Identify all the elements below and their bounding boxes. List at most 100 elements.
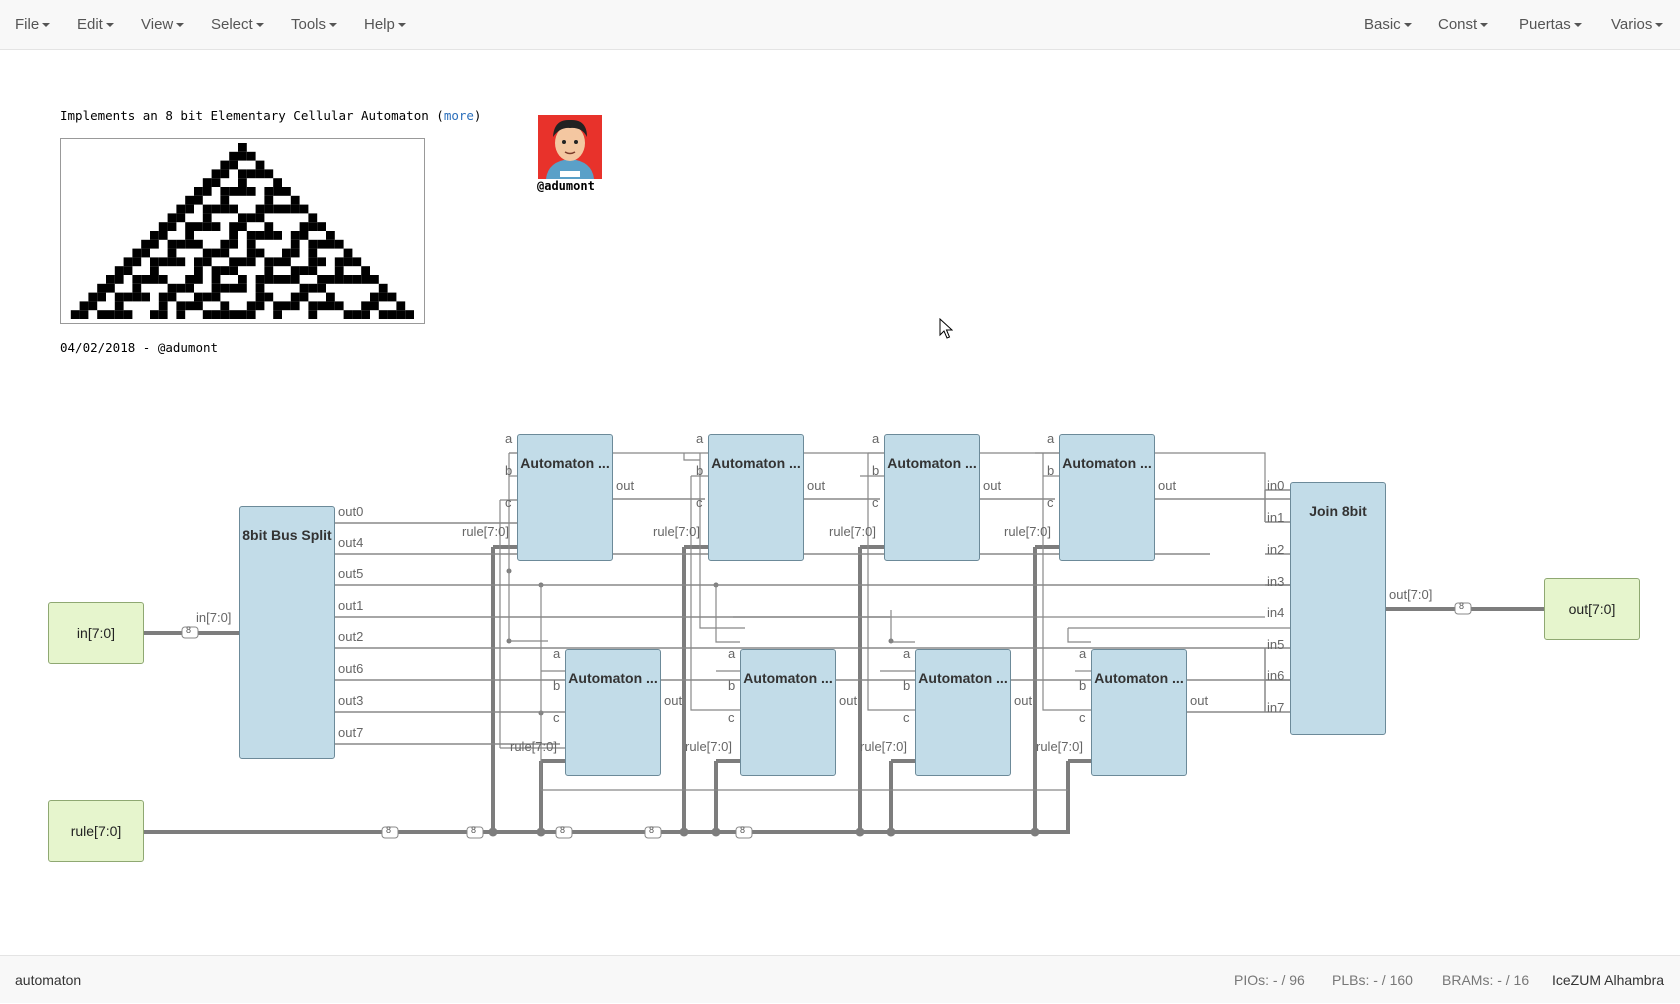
- automaton-pattern: [70, 143, 414, 319]
- port-a: a: [872, 431, 880, 446]
- menu-view[interactable]: View: [141, 0, 185, 50]
- brams-count: BRAMs: - / 16: [1442, 972, 1530, 988]
- menu-help[interactable]: Help: [364, 0, 406, 50]
- port-b: b: [903, 678, 911, 693]
- port-c: c: [903, 710, 910, 725]
- join-in-port: in1: [1267, 510, 1285, 525]
- menu-varios[interactable]: Varios: [1611, 0, 1664, 50]
- automaton-title: Automaton ...: [887, 455, 977, 471]
- menu-edit[interactable]: Edit: [77, 0, 114, 50]
- join-8bit-block[interactable]: Join 8bit: [1290, 482, 1386, 735]
- chevron-down-icon: [176, 23, 185, 28]
- board-selector[interactable]: IceZUM Alhambra: [1552, 956, 1664, 1004]
- bus-split-in-port: in[7:0]: [196, 610, 232, 625]
- automaton-title: Automaton ...: [568, 670, 658, 686]
- port-b: b: [872, 463, 880, 478]
- automaton-title: Automaton ...: [743, 670, 833, 686]
- port-c: c: [728, 710, 735, 725]
- automaton-title: Automaton ...: [918, 670, 1008, 686]
- menu-tools[interactable]: Tools: [291, 0, 338, 50]
- output-out-label: out[7:0]: [1568, 601, 1616, 617]
- mouse-cursor-icon: [939, 318, 953, 339]
- automaton-title: Automaton ...: [711, 455, 801, 471]
- split-out-port: out1: [338, 598, 364, 613]
- port-rule: rule[7:0]: [462, 524, 509, 539]
- automaton-block[interactable]: Automaton ...: [1059, 434, 1155, 561]
- port-out: out: [839, 693, 858, 708]
- port-rule: rule[7:0]: [685, 739, 732, 754]
- port-out: out: [616, 478, 635, 493]
- split-out-port: out0: [338, 504, 364, 519]
- automaton-block[interactable]: Automaton ...: [517, 434, 613, 561]
- menu-edit-label: Edit: [77, 16, 103, 33]
- port-a: a: [728, 646, 736, 661]
- port-c: c: [1079, 710, 1086, 725]
- menu-puertas[interactable]: Puertas: [1519, 0, 1582, 50]
- description-close: ): [473, 108, 482, 123]
- split-out-port: out5: [338, 566, 364, 581]
- menu-const-label: Const: [1438, 16, 1478, 33]
- join-out-port: out[7:0]: [1389, 587, 1433, 602]
- project-name: automaton: [15, 972, 82, 988]
- avatar: [538, 115, 602, 179]
- menu-help-label: Help: [364, 16, 395, 33]
- bus-width-label: 8: [471, 825, 477, 835]
- design-canvas[interactable]: Implements an 8 bit Elementary Cellular …: [0, 50, 1680, 955]
- input-in-block[interactable]: in[7:0]: [48, 602, 144, 664]
- port-b: b: [1047, 463, 1055, 478]
- menu-const[interactable]: Const: [1438, 0, 1489, 50]
- automaton-block[interactable]: Automaton ...: [915, 649, 1011, 776]
- chevron-down-icon: [397, 23, 406, 28]
- menu-select-label: Select: [211, 16, 253, 33]
- automaton-block[interactable]: Automaton ...: [708, 434, 804, 561]
- bus-width-label: 8: [186, 625, 192, 635]
- description-text: Implements an 8 bit Elementary Cellular …: [60, 108, 444, 123]
- port-a: a: [1079, 646, 1087, 661]
- menu-select[interactable]: Select: [211, 0, 264, 50]
- design-description: Implements an 8 bit Elementary Cellular …: [60, 108, 481, 123]
- avatar-label: @adumont: [537, 179, 595, 193]
- plbs-count: PLBs: - / 160: [1332, 972, 1413, 988]
- menu-file-label: File: [15, 16, 40, 33]
- automaton-block[interactable]: Automaton ...: [565, 649, 661, 776]
- port-rule: rule[7:0]: [510, 739, 557, 754]
- port-c: c: [505, 495, 512, 510]
- port-out: out: [664, 693, 683, 708]
- split-out-port: out6: [338, 661, 364, 676]
- bus-width-label: 8: [560, 825, 566, 835]
- port-b: b: [505, 463, 513, 478]
- join-in-port: in0: [1267, 478, 1285, 493]
- port-rule: rule[7:0]: [1004, 524, 1051, 539]
- bus-split-block[interactable]: 8bit Bus Split: [239, 506, 335, 759]
- port-rule: rule[7:0]: [829, 524, 876, 539]
- port-a: a: [696, 431, 704, 446]
- chevron-down-icon: [1480, 23, 1489, 28]
- more-link[interactable]: more: [444, 108, 474, 123]
- bus-width-label: 8: [740, 825, 746, 835]
- automaton-block[interactable]: Automaton ...: [1091, 649, 1187, 776]
- automaton-block[interactable]: Automaton ...: [884, 434, 980, 561]
- menu-file[interactable]: File: [15, 0, 51, 50]
- port-c: c: [872, 495, 879, 510]
- port-a: a: [903, 646, 911, 661]
- bus-width-label: 8: [649, 825, 655, 835]
- join-in-port: in5: [1267, 637, 1285, 652]
- join-in-port: in7: [1267, 700, 1285, 715]
- chevron-down-icon: [42, 23, 51, 28]
- automaton-block[interactable]: Automaton ...: [740, 649, 836, 776]
- port-out: out: [1014, 693, 1033, 708]
- port-b: b: [696, 463, 704, 478]
- port-c: c: [696, 495, 703, 510]
- chevron-down-icon: [255, 23, 264, 28]
- input-rule-block[interactable]: rule[7:0]: [48, 800, 144, 862]
- chevron-down-icon: [1573, 23, 1582, 28]
- menu-tools-label: Tools: [291, 16, 327, 33]
- menu-basic-label: Basic: [1364, 16, 1401, 33]
- split-out-port: out7: [338, 725, 364, 740]
- output-out-block[interactable]: out[7:0]: [1544, 578, 1640, 640]
- automaton-title: Automaton ...: [1094, 670, 1184, 686]
- menu-basic[interactable]: Basic: [1364, 0, 1412, 50]
- port-out: out: [1190, 693, 1209, 708]
- chevron-down-icon: [329, 23, 338, 28]
- date-line: 04/02/2018 - @adumont: [60, 340, 219, 355]
